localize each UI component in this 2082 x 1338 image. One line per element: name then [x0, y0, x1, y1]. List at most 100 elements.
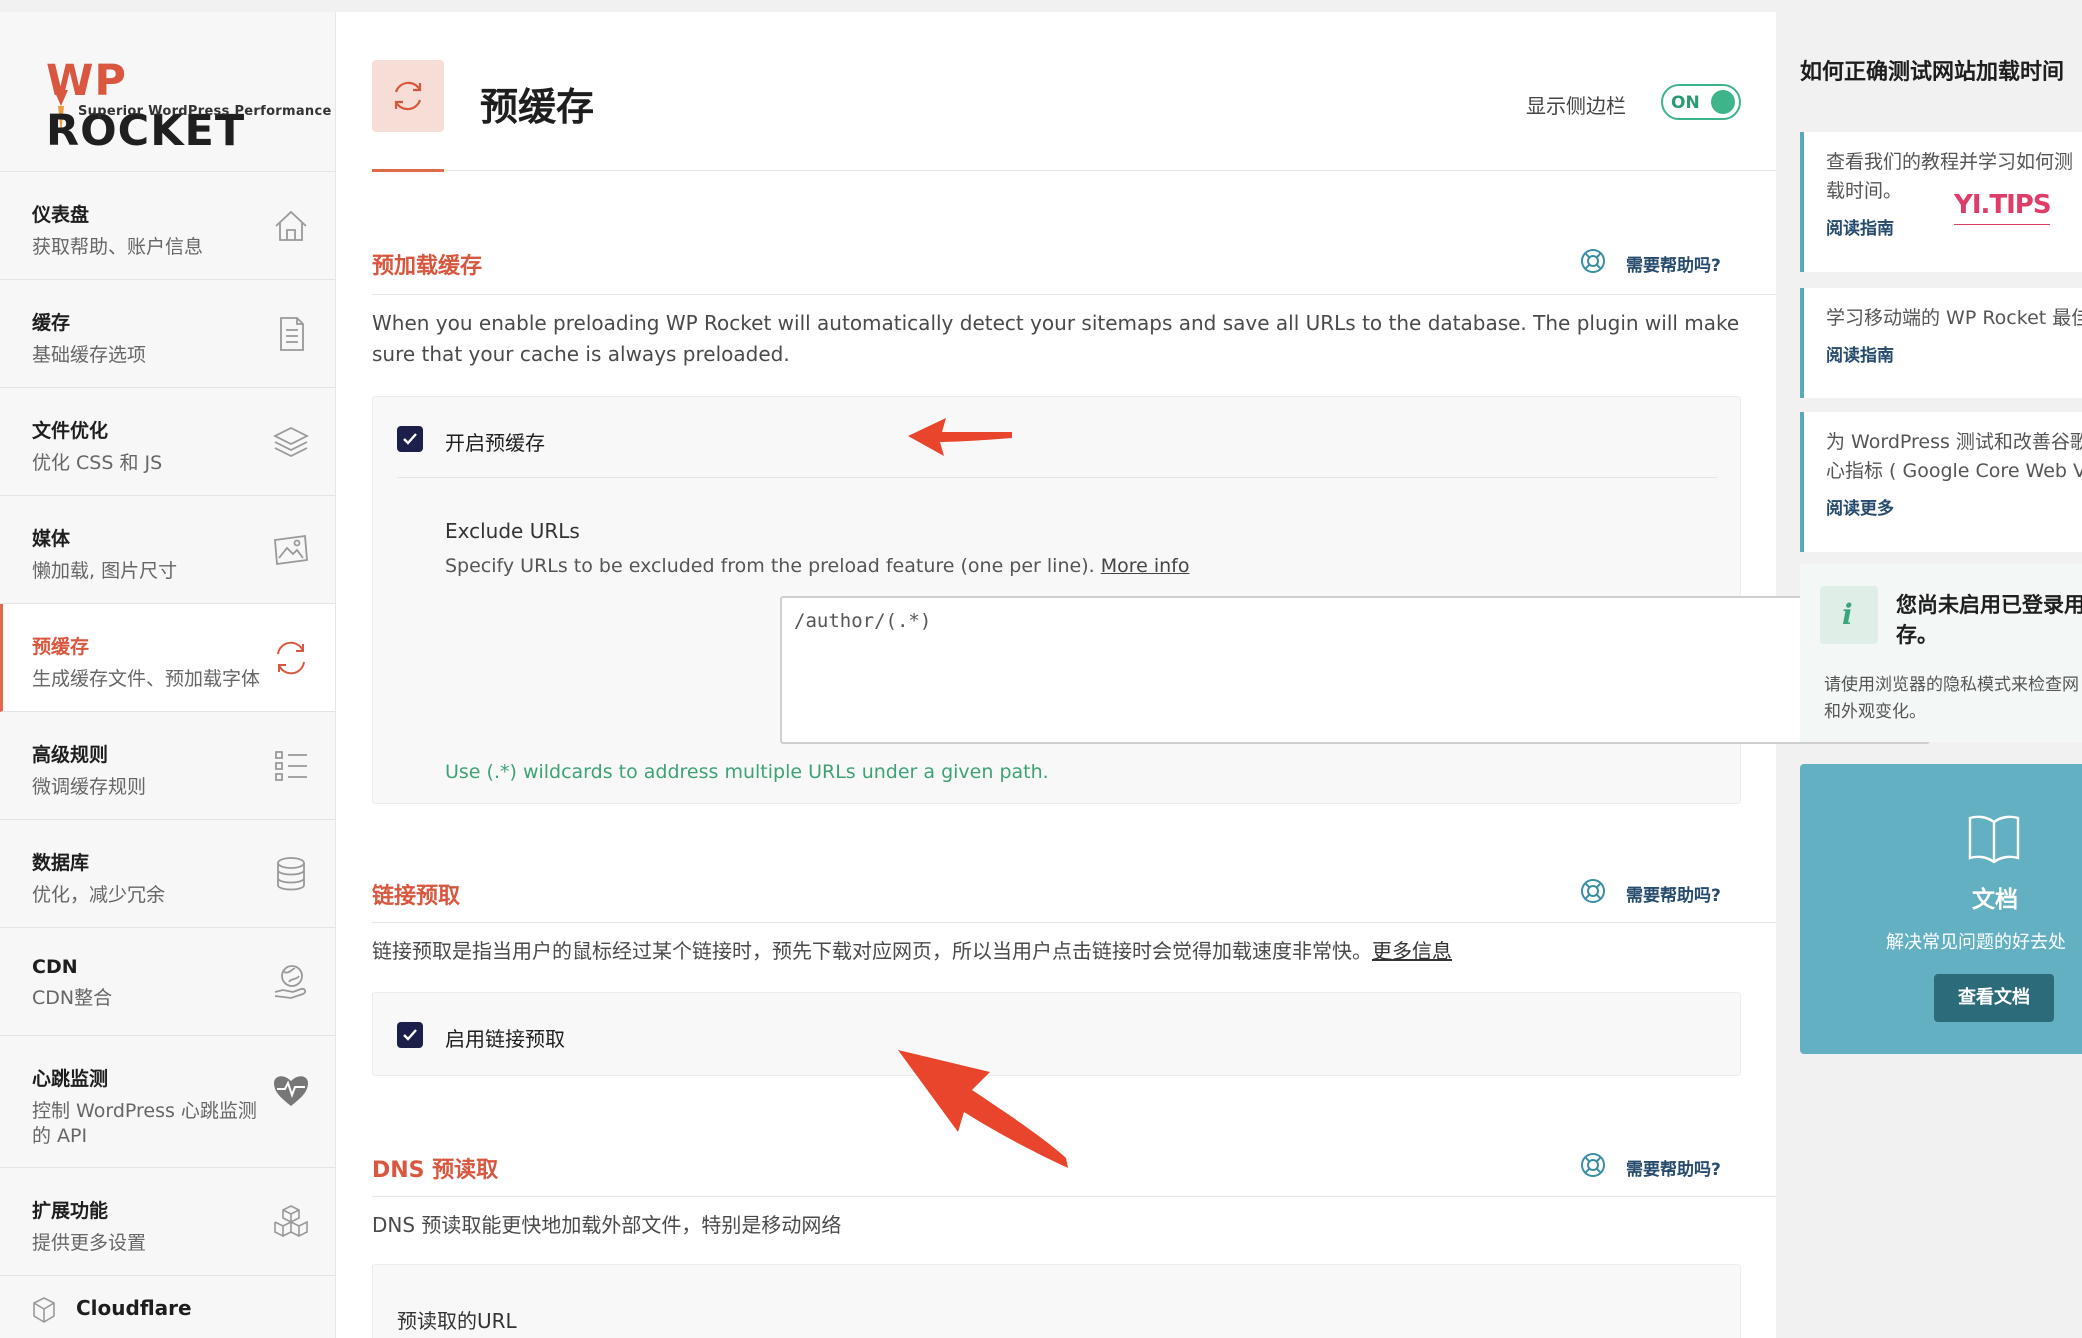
sidebar-item-3[interactable]: 媒体 懒加载, 图片尺寸 [0, 496, 335, 604]
mobile-card: 学习移动端的 WP Rocket 最佳 阅读指南 [1800, 288, 2082, 398]
help-link-dns-prefetch[interactable]: 需要帮助吗? [1626, 1155, 1721, 1180]
sidebar-item-4[interactable]: 预缓存 生成缓存文件、预加载字体 [0, 604, 335, 712]
core-web-vitals-card: 为 WordPress 测试和改善谷歌 心指标 ( Google Core We… [1800, 412, 2082, 552]
sidebar-item-subtitle: 懒加载, 图片尺寸 [32, 560, 178, 582]
exclude-urls-title: Exclude URLs [445, 519, 580, 543]
sidebar-item-subtitle: 获取帮助、账户信息 [32, 236, 204, 258]
sidebar-item-5[interactable]: 高级规则 微调缓存规则 [0, 712, 335, 820]
cube-icon [33, 1297, 55, 1323]
read-guide-link[interactable]: 阅读指南 [1826, 214, 1894, 239]
sidebar-item-8[interactable]: 心跳监测 控制 WordPress 心跳监测的 API [0, 1036, 335, 1168]
layers-icon [272, 426, 310, 458]
preload-option-label: 开启预缓存 [445, 431, 545, 455]
image-icon [274, 534, 308, 566]
sidebar-item-2[interactable]: 文件优化 优化 CSS 和 JS [0, 388, 335, 496]
check-icon [403, 1029, 417, 1041]
read-guide-link[interactable]: 阅读指南 [1826, 341, 1894, 366]
read-more-link[interactable]: 阅读更多 [1826, 494, 1894, 519]
globe-hand-icon [274, 965, 307, 999]
toggle-state-text: ON [1671, 93, 1700, 113]
home-icon [275, 210, 307, 241]
file-icon [280, 317, 304, 351]
dns-prefetch-options-box: 预读取的URL [372, 1264, 1741, 1338]
sidebar-item-7[interactable]: CDN CDN整合 [0, 928, 335, 1036]
sidebar-item-0[interactable]: 仪表盘 获取帮助、账户信息 [0, 172, 335, 280]
card-text: 为 WordPress 测试和改善谷歌 [1826, 431, 2082, 453]
book-icon [1968, 815, 2020, 864]
page: WP ROCKET Superior WordPress Performance… [0, 0, 2082, 1338]
preload-description: When you enable preloading WP Rocket wil… [372, 311, 1740, 366]
link-prefetch-description: 链接预取是指当用户的鼠标经过某个链接时，预先下载对应网页，所以当用户点击链接时会… [372, 939, 1452, 963]
toggle-knob [1711, 90, 1735, 114]
lifebuoy-icon [1581, 879, 1605, 903]
sidebar-item-cloudflare[interactable]: Cloudflare [0, 1276, 335, 1338]
right-sidebar-title: 如何正确测试网站加载时间 [1800, 60, 2065, 85]
sidebar-item-subtitle: 优化 CSS 和 JS [32, 452, 163, 474]
section-divider [372, 294, 1776, 295]
sidebar-item-subtitle: 基础缓存选项 [32, 344, 147, 366]
notice-text: 请使用浏览器的隐私模式来检查网 和外观变化。 [1824, 675, 2079, 722]
heartbeat-icon [274, 1076, 308, 1106]
wildcard-hint: Use (.*) wildcards to address multiple U… [445, 761, 1049, 783]
header-divider [372, 170, 1776, 171]
list-icon [275, 751, 307, 781]
sidebar-item-subtitle: 优化，减少冗余 [32, 884, 166, 906]
section-divider [372, 922, 1776, 923]
watermark-underline [1954, 224, 2050, 225]
preload-checkbox[interactable] [397, 426, 423, 452]
exclude-urls-input[interactable]: /author/(.*) [780, 596, 1930, 744]
sidebar-item-label: Cloudflare [76, 1296, 192, 1320]
sidebar-item-subtitle: 控制 WordPress 心跳监测的 API [32, 1100, 257, 1147]
card-text: 学习移动端的 WP Rocket 最佳 [1826, 307, 2082, 329]
sidebar-toggle-label: 显示侧边栏 [1526, 94, 1626, 118]
notice-title: 您尚未启用已登录用 存。 [1896, 593, 2082, 647]
help-link-preload[interactable]: 需要帮助吗? [1626, 251, 1721, 276]
sidebar-item-subtitle: 提供更多设置 [32, 1232, 147, 1254]
docs-subtitle: 解决常见问题的好去处 [1886, 932, 2066, 953]
header-accent-bar [372, 169, 444, 172]
dns-url-title: 预读取的URL [397, 1309, 517, 1333]
lifebuoy-icon [1581, 1153, 1605, 1177]
sidebar-item-1[interactable]: 缓存 基础缓存选项 [0, 280, 335, 388]
logged-in-cache-notice: i 您尚未启用已登录用 存。 请使用浏览器的隐私模式来检查网 和外观变化。 [1800, 564, 2082, 742]
view-docs-button[interactable]: 查看文档 [1934, 974, 2054, 1022]
link-prefetch-checkbox[interactable] [397, 1022, 423, 1048]
sidebar-nav: 仪表盘 获取帮助、账户信息 缓存 基础缓存选项 文件优化 优化 CSS 和 JS 媒体 懒加载… [0, 172, 335, 1276]
sidebar-item-9[interactable]: 扩展功能 提供更多设置 [0, 1168, 335, 1276]
docs-card: 文档 解决常见问题的好去处 查看文档 [1800, 764, 2082, 1054]
section-title-preload: 预加载缓存 [372, 254, 483, 279]
watermark-logo: YI.TIPS [1954, 190, 2052, 220]
section-title-link-prefetch: 链接预取 [372, 884, 461, 909]
annotation-arrow-icon [908, 418, 1012, 456]
more-info-link[interactable]: 更多信息 [1372, 939, 1452, 963]
sidebar: WP ROCKET Superior WordPress Performance… [0, 12, 336, 1338]
logo-tagline: Superior WordPress Performance [78, 104, 332, 119]
option-divider [397, 477, 1717, 478]
sidebar-item-subtitle: CDN整合 [32, 987, 113, 1009]
tutorial-card: 查看我们的教程并学习如何测 载时间。 阅读指南 YI.TIPS [1800, 132, 2082, 272]
help-link-link-prefetch[interactable]: 需要帮助吗? [1626, 881, 1721, 906]
right-sidebar: 如何正确测试网站加载时间 查看我们的教程并学习如何测 载时间。 阅读指南 YI.… [1776, 12, 2082, 1338]
link-prefetch-option-label: 启用链接预取 [445, 1027, 565, 1051]
sidebar-item-subtitle: 微调缓存规则 [32, 776, 147, 798]
card-text: 查看我们的教程并学习如何测 [1826, 151, 2074, 173]
sidebar-item-6[interactable]: 数据库 优化，减少冗余 [0, 820, 335, 928]
page-icon [372, 60, 444, 132]
main-content: 预缓存 显示侧边栏 ON 预加载缓存 需要帮助吗? When you enabl… [336, 12, 1930, 1338]
page-title: 预缓存 [480, 85, 595, 129]
exclude-urls-description: Specify URLs to be excluded from the pre… [445, 555, 1190, 577]
database-icon [277, 857, 305, 891]
dns-prefetch-description: DNS 预读取能更快地加载外部文件，特别是移动网络 [372, 1213, 842, 1237]
docs-title: 文档 [1972, 887, 2018, 913]
sidebar-item-subtitle: 生成缓存文件、预加载字体 [32, 668, 261, 690]
check-icon [403, 433, 417, 445]
card-text: 心指标 ( Google Core Web V [1826, 460, 2082, 482]
lifebuoy-icon [1581, 249, 1605, 273]
logo[interactable]: WP ROCKET Superior WordPress Performance [0, 12, 335, 172]
more-info-link[interactable]: More info [1101, 555, 1190, 577]
sidebar-toggle[interactable]: ON [1661, 84, 1741, 120]
refresh-icon [394, 81, 422, 111]
refresh-icon [277, 641, 305, 675]
section-title-dns-prefetch: DNS 预读取 [372, 1158, 499, 1183]
annotation-arrow-icon [898, 1050, 1068, 1168]
